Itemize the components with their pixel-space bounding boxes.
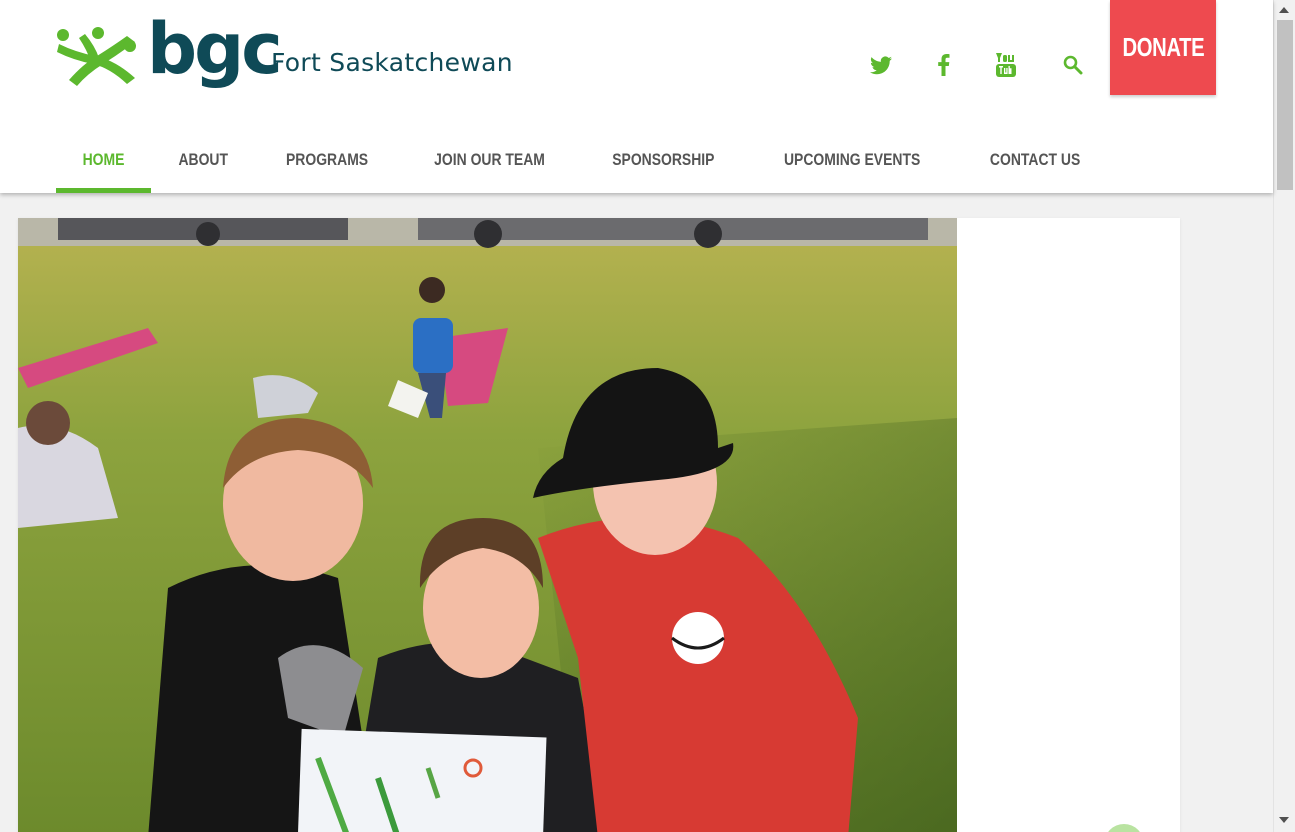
donate-button[interactable]: DONATE xyxy=(1110,0,1216,95)
twitter-icon[interactable] xyxy=(866,50,896,80)
donate-label: DONATE xyxy=(1122,32,1204,62)
page-scrollbar[interactable] xyxy=(1273,0,1295,832)
main-nav: HOME ABOUT PROGRAMS JOIN OUR TEAM SPONSO… xyxy=(56,136,1112,193)
nav-item-label: CONTACT US xyxy=(989,150,1080,169)
hero-card xyxy=(18,218,1180,832)
nav-item-about[interactable]: ABOUT xyxy=(151,136,255,193)
site-header: bgc Fort Saskatchewan DONATE HOME ABOUT … xyxy=(0,0,1273,193)
search-icon[interactable] xyxy=(1058,50,1088,80)
logo-wordmark: bgc xyxy=(147,8,283,90)
hero-photo xyxy=(18,218,957,832)
nav-item-label: UPCOMING EVENTS xyxy=(784,150,921,169)
nav-item-upcoming-events[interactable]: UPCOMING EVENTS xyxy=(747,136,957,193)
nav-item-label: HOME xyxy=(82,150,125,169)
scroll-up-arrow-icon[interactable] xyxy=(1279,7,1289,13)
nav-item-join-our-team[interactable]: JOIN OUR TEAM xyxy=(400,136,579,193)
bgc-logo[interactable]: bgc xyxy=(55,14,283,106)
page: bgc Fort Saskatchewan DONATE HOME ABOUT … xyxy=(0,0,1295,832)
facebook-icon[interactable] xyxy=(928,50,958,80)
bgc-logo-mark-icon xyxy=(57,27,136,86)
youtube-icon[interactable] xyxy=(991,50,1021,80)
nav-item-label: ABOUT xyxy=(178,150,229,169)
hero-photo-image xyxy=(18,218,957,832)
nav-item-sponsorship[interactable]: SPONSORSHIP xyxy=(579,136,748,193)
nav-item-contact-us[interactable]: CONTACT US xyxy=(958,136,1112,193)
site-name[interactable]: Fort Saskatchewan xyxy=(271,48,513,77)
nav-item-programs[interactable]: PROGRAMS xyxy=(255,136,399,193)
nav-item-label: JOIN OUR TEAM xyxy=(433,150,545,169)
scroll-thumb[interactable] xyxy=(1277,20,1293,190)
scroll-down-arrow-icon[interactable] xyxy=(1279,817,1289,823)
nav-item-label: SPONSORSHIP xyxy=(611,150,715,169)
nav-item-label: PROGRAMS xyxy=(286,150,369,169)
nav-item-home[interactable]: HOME xyxy=(56,136,151,193)
